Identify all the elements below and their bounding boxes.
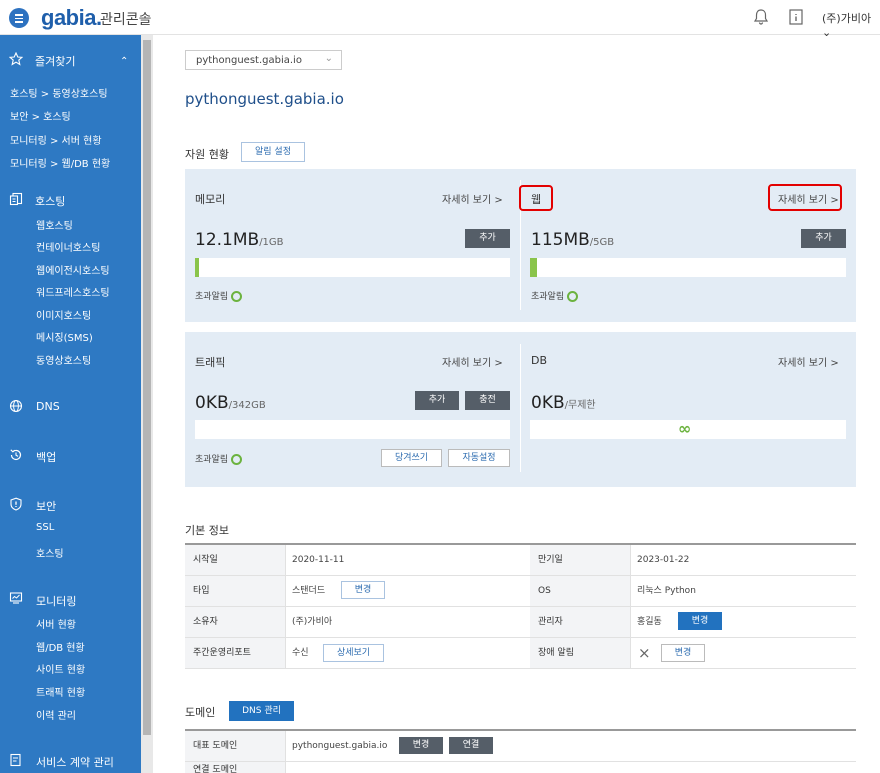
close-icon: ×: [638, 644, 651, 662]
alarm-status-icon: [231, 454, 243, 465]
web-usage-fill: [530, 258, 537, 277]
app-title: 관리콘솔: [100, 12, 152, 28]
highlight-web-label: [519, 185, 553, 211]
web-alarm: 초과알림: [531, 289, 579, 302]
sidebar-dns[interactable]: DNS: [36, 400, 60, 413]
sidebar-item-webdb-status[interactable]: 웹/DB 현황: [36, 639, 85, 654]
table-row: 시작일 2020-11-11 만기일 2023-01-22: [185, 545, 856, 576]
domain-table: 대표 도메인 pythonguest.gabia.io 변경 연결 연결 도메인: [185, 729, 856, 773]
traffic-alarm: 초과알림: [195, 452, 243, 465]
notice-icon[interactable]: [787, 8, 805, 26]
table-row: 주간운영리포트 수신 상세보기 장애 알림 × 변경: [185, 638, 856, 669]
sidebar-item-sms[interactable]: 메시징(SMS): [36, 329, 93, 344]
favorite-item-1[interactable]: 호스팅 > 동영상호스팅: [10, 85, 108, 100]
sidebar-item-traffic-status[interactable]: 트래픽 현황: [36, 684, 85, 699]
star-icon: [9, 52, 23, 66]
sidebar-item-server-status[interactable]: 서버 현황: [36, 616, 76, 631]
traffic-add-button[interactable]: 추가: [415, 391, 459, 410]
sidebar-item-container-hosting[interactable]: 컨테이너호스팅: [36, 239, 100, 254]
traffic-detail-link[interactable]: 자세히 보기 >: [442, 354, 503, 369]
basic-info-table: 시작일 2020-11-11 만기일 2023-01-22 타입 스탠더드 변경…: [185, 543, 856, 669]
chevron-up-icon[interactable]: ⌃: [120, 56, 128, 67]
top-bar: gabia. 관리콘솔 (주)가비아⌄: [0, 0, 880, 39]
domain-change-button[interactable]: 변경: [399, 737, 443, 754]
domain-title: 도메인: [185, 706, 216, 719]
manager-change-button[interactable]: 변경: [678, 612, 722, 630]
web-usage-bar: [530, 258, 846, 277]
favorite-item-3[interactable]: 모니터링 > 서버 현황: [10, 132, 102, 147]
highlight-web-detail: [768, 184, 842, 211]
alarm-settings-button[interactable]: 알림 설정: [241, 142, 305, 162]
auto-setting-button[interactable]: 자동설정: [448, 449, 510, 467]
memory-alarm: 초과알림: [195, 289, 243, 302]
memory-detail-link[interactable]: 자세히 보기 >: [442, 191, 503, 206]
menu-icon[interactable]: [9, 8, 29, 28]
favorite-item-4[interactable]: 모니터링 > 웹/DB 현황: [10, 155, 110, 170]
bell-icon[interactable]: [752, 8, 770, 26]
failure-alarm-change-button[interactable]: 변경: [661, 644, 705, 662]
backup-icon: [10, 449, 22, 461]
sidebar-item-history[interactable]: 이력 관리: [36, 707, 76, 722]
memory-usage: 12.1MB/1GB: [195, 230, 284, 250]
sidebar-favorites[interactable]: 즐겨찾기: [35, 53, 75, 69]
db-usage-bar: ∞: [530, 419, 846, 439]
report-detail-button[interactable]: 상세보기: [323, 644, 384, 662]
sidebar-item-site-status[interactable]: 사이트 현황: [36, 661, 85, 676]
memory-label: 메모리: [195, 193, 226, 206]
memory-usage-fill: [195, 258, 199, 277]
sidebar-hosting[interactable]: 호스팅: [35, 193, 65, 209]
memory-usage-bar: [195, 258, 510, 277]
domain-connect-button[interactable]: 연결: [449, 737, 493, 754]
db-detail-link[interactable]: 자세히 보기 >: [778, 354, 839, 369]
borrow-button[interactable]: 당겨쓰기: [381, 449, 442, 467]
globe-icon: [9, 399, 23, 413]
hosting-icon: [9, 192, 23, 206]
db-label: DB: [531, 354, 548, 367]
chevron-down-icon: ⌄: [324, 53, 333, 64]
traffic-usage-bar: [195, 420, 510, 439]
web-usage: 115MB/5GB: [531, 230, 615, 250]
sidebar-item-security-hosting[interactable]: 호스팅: [36, 545, 64, 560]
alarm-status-icon: [231, 291, 243, 302]
sidebar-monitoring[interactable]: 모니터링: [36, 593, 76, 609]
user-menu[interactable]: (주)가비아⌄: [822, 10, 880, 39]
web-add-button[interactable]: 추가: [801, 229, 846, 248]
sidebar-scroll-thumb[interactable]: [143, 40, 151, 735]
table-row: 대표 도메인 pythonguest.gabia.io 변경 연결: [185, 731, 856, 762]
traffic-charge-button[interactable]: 충전: [465, 391, 510, 410]
sidebar-item-video-hosting[interactable]: 동영상호스팅: [36, 352, 91, 367]
gabia-logo[interactable]: gabia.: [41, 5, 102, 31]
alarm-status-icon: [567, 291, 579, 302]
basic-info-title: 기본 정보: [185, 524, 229, 537]
contract-icon: [10, 753, 21, 767]
table-row: 연결 도메인: [185, 762, 856, 773]
sidebar-backup[interactable]: 백업: [36, 449, 56, 465]
infinity-icon: ∞: [678, 419, 692, 438]
table-row: 타입 스탠더드 변경 OS 리눅스 Python: [185, 576, 856, 607]
memory-add-button[interactable]: 추가: [465, 229, 510, 248]
monitor-icon: [9, 592, 23, 604]
shield-icon: [10, 497, 22, 511]
site-select[interactable]: pythonguest.gabia.io ⌄: [185, 50, 342, 70]
sidebar-item-image-hosting[interactable]: 이미지호스팅: [36, 307, 91, 322]
sidebar-contract[interactable]: 서비스 계약 관리: [36, 754, 114, 770]
favorite-item-2[interactable]: 보안 > 호스팅: [10, 108, 71, 123]
sidebar-item-wordpress-hosting[interactable]: 워드프레스호스팅: [36, 284, 110, 299]
sidebar-security[interactable]: 보안: [36, 498, 56, 514]
traffic-label: 트래픽: [195, 356, 226, 369]
resources-title: 자원 현황: [185, 148, 229, 161]
sidebar-item-agency-hosting[interactable]: 웹에이전시호스팅: [36, 262, 110, 277]
table-row: 소유자 (주)가비아 관리자 홍길동 변경: [185, 607, 856, 638]
sidebar-item-ssl[interactable]: SSL: [36, 522, 54, 533]
traffic-usage: 0KB/342GB: [195, 393, 266, 413]
sidebar-item-web-hosting[interactable]: 웹호스팅: [36, 217, 73, 232]
type-change-button[interactable]: 변경: [341, 581, 385, 599]
db-usage: 0KB/무제한: [531, 393, 596, 413]
dns-manage-button[interactable]: DNS 관리: [229, 701, 294, 721]
page-title: pythonguest.gabia.io: [185, 90, 344, 108]
